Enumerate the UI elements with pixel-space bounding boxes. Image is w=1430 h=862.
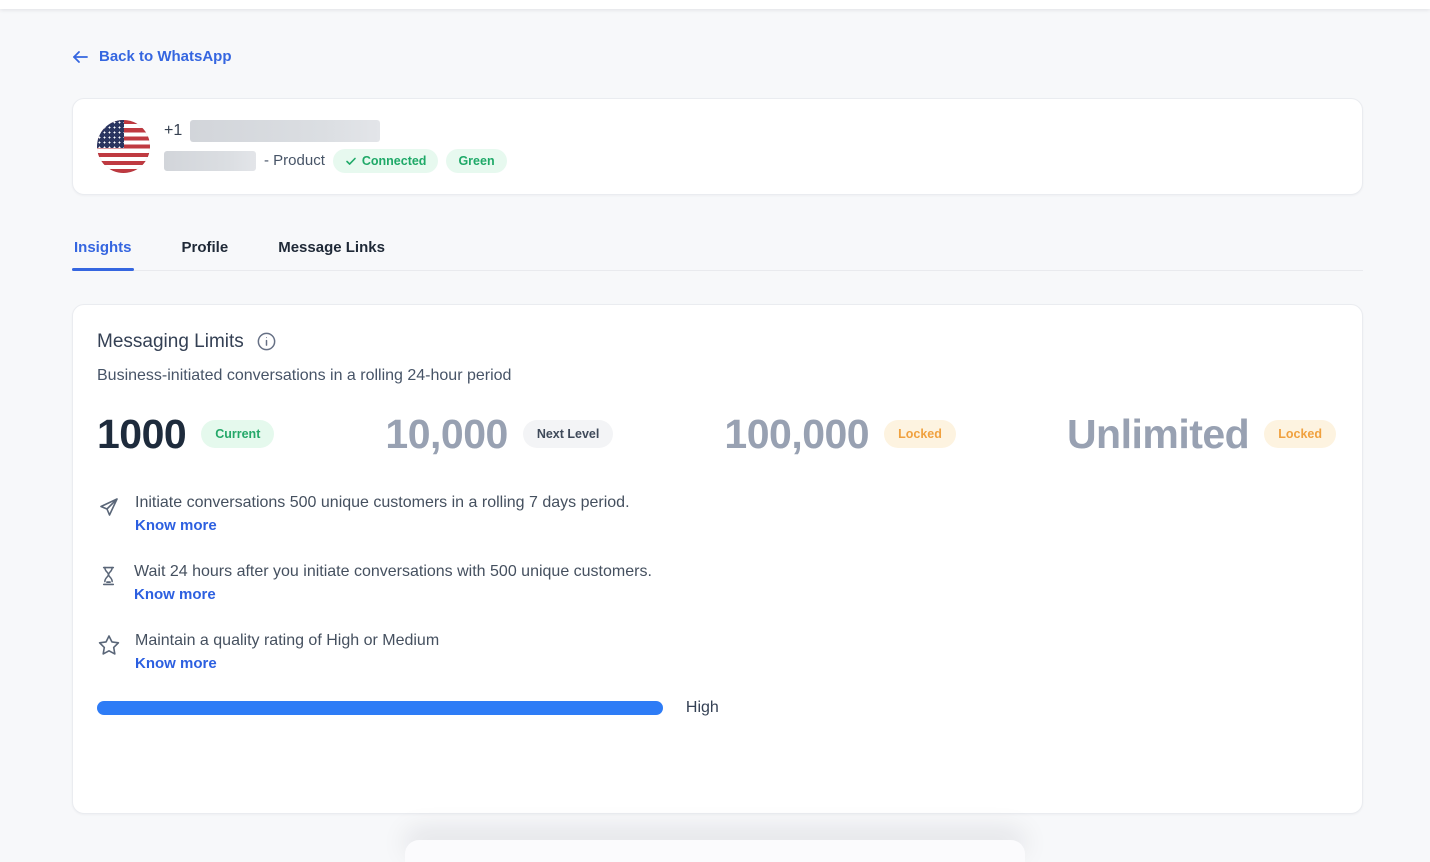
tier-badge-current: Current <box>201 420 274 448</box>
tier-badge-locked: Locked <box>1264 420 1336 448</box>
send-icon <box>97 495 121 534</box>
account-info: +1 - Product Connected Green <box>164 120 507 173</box>
arrow-left-icon <box>72 49 89 65</box>
tier-value: 100,000 <box>724 411 869 458</box>
connected-status-badge: Connected <box>333 149 439 173</box>
tab-profile[interactable]: Profile <box>180 231 231 270</box>
phone-prefix: +1 <box>164 122 182 140</box>
quality-badge-label: Green <box>458 154 494 168</box>
know-more-link[interactable]: Know more <box>135 655 439 672</box>
whatsapp-number-settings-page: Back to WhatsApp +1 - Product C <box>0 0 1430 814</box>
connected-badge-label: Connected <box>362 154 427 168</box>
check-icon <box>345 155 357 167</box>
requirement-text: Initiate conversations 500 unique custom… <box>135 494 630 512</box>
requirement-body: Wait 24 hours after you initiate convers… <box>134 563 652 603</box>
tier-value: 10,000 <box>385 411 507 458</box>
requirement-initiate: Initiate conversations 500 unique custom… <box>97 494 1338 534</box>
account-name-line: - Product Connected Green <box>164 149 507 173</box>
flag-canton <box>97 120 124 148</box>
info-icon[interactable] <box>256 331 277 352</box>
requirement-body: Maintain a quality rating of High or Med… <box>135 632 439 672</box>
tier-locked-100k: 100,000 Locked <box>724 411 955 458</box>
requirement-body: Initiate conversations 500 unique custom… <box>135 494 630 534</box>
requirement-wait: Wait 24 hours after you initiate convers… <box>97 563 1338 603</box>
requirement-quality: Maintain a quality rating of High or Med… <box>97 632 1338 672</box>
tab-bar: Insights Profile Message Links <box>72 231 1363 271</box>
tier-current: 1000 Current <box>97 411 274 458</box>
hourglass-icon <box>97 564 120 603</box>
back-link-label: Back to WhatsApp <box>99 48 232 65</box>
requirements-list: Initiate conversations 500 unique custom… <box>97 494 1338 672</box>
tier-badge-next-level: Next Level <box>523 420 614 448</box>
quality-rating-row: High <box>97 699 1338 717</box>
back-to-whatsapp-link[interactable]: Back to WhatsApp <box>72 48 232 65</box>
tier-badge-locked: Locked <box>884 420 956 448</box>
quality-progress-fill <box>97 701 663 715</box>
messaging-limits-card: Messaging Limits Business-initiated conv… <box>72 304 1363 814</box>
quality-green-badge: Green <box>446 149 506 173</box>
messaging-limits-header: Messaging Limits <box>97 331 1338 353</box>
star-icon <box>97 633 121 672</box>
messaging-limits-title: Messaging Limits <box>97 331 244 353</box>
next-card-peek <box>405 840 1025 862</box>
know-more-link[interactable]: Know more <box>134 586 652 603</box>
tier-value: 1000 <box>97 411 186 458</box>
us-flag-avatar <box>97 120 150 173</box>
account-summary-card: +1 - Product Connected Green <box>72 98 1363 195</box>
know-more-link[interactable]: Know more <box>135 517 630 534</box>
requirement-text: Wait 24 hours after you initiate convers… <box>134 563 652 581</box>
messaging-limits-subtitle: Business-initiated conversations in a ro… <box>97 367 1338 385</box>
phone-number-line: +1 <box>164 120 507 142</box>
tab-insights[interactable]: Insights <box>72 231 134 270</box>
tier-value: Unlimited <box>1067 411 1249 458</box>
redacted-phone-number <box>190 120 380 142</box>
requirement-text: Maintain a quality rating of High or Med… <box>135 632 439 650</box>
tier-locked-unlimited: Unlimited Locked <box>1067 411 1336 458</box>
tier-row: 1000 Current 10,000 Next Level 100,000 L… <box>97 411 1338 458</box>
tab-message-links[interactable]: Message Links <box>276 231 387 270</box>
redacted-account-name <box>164 151 256 171</box>
account-name-suffix: - Product <box>264 152 325 169</box>
tier-next-level: 10,000 Next Level <box>385 411 613 458</box>
quality-rating-label: High <box>686 699 719 717</box>
